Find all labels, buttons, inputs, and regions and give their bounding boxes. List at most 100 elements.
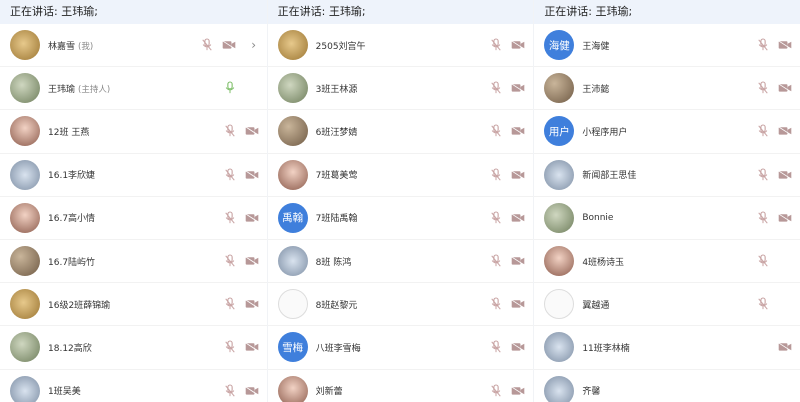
participant-row[interactable]: 18.12高欣 <box>0 326 267 370</box>
camera-off-icon[interactable] <box>511 213 525 223</box>
participant-row[interactable]: 翼越通 <box>534 283 800 327</box>
participant-row[interactable]: 王沛懿 <box>534 67 800 111</box>
participant-name-wrapper: 11班李林楠 <box>582 341 751 354</box>
participant-row[interactable]: 禹翰 7班陆禹翰 <box>267 197 534 240</box>
participant-row[interactable]: 海健 王海健 <box>534 24 800 68</box>
mic-muted-icon[interactable] <box>757 38 769 52</box>
camera-off-icon[interactable] <box>511 386 525 396</box>
participant-row[interactable]: 3班王林源 <box>267 67 534 111</box>
mic-muted-icon[interactable] <box>224 254 236 268</box>
participant-row[interactable]: 16.7陆屿竹 <box>0 240 267 284</box>
camera-off-icon[interactable] <box>511 299 525 309</box>
camera-off-icon[interactable] <box>245 126 259 136</box>
avatar: 用户 <box>544 116 575 147</box>
mic-muted-icon[interactable] <box>490 384 502 398</box>
speaking-indicator: 正在讲话: 王玮瑜; <box>534 0 800 24</box>
mic-muted-icon[interactable] <box>490 340 502 354</box>
mic-muted-icon[interactable] <box>490 211 502 225</box>
camera-off-icon[interactable] <box>245 299 259 309</box>
camera-off-icon[interactable] <box>778 342 792 352</box>
mic-muted-icon[interactable] <box>490 168 502 182</box>
mic-icon[interactable] <box>224 81 236 95</box>
participant-row[interactable]: 刘新蕾 <box>268 370 534 402</box>
participant-name: 7班陆禹翰 <box>315 214 358 225</box>
avatar <box>277 116 308 147</box>
mic-muted-icon[interactable] <box>757 211 769 225</box>
mic-muted-icon[interactable] <box>201 38 213 52</box>
participant-name-wrapper: 16.1李欣婕 <box>48 168 218 181</box>
media-status-icons <box>224 384 259 398</box>
participant-row[interactable]: 齐馨 <box>534 370 800 402</box>
participant-row[interactable]: Bonnie <box>534 197 800 240</box>
camera-off-icon[interactable] <box>778 213 792 223</box>
mic-muted-icon[interactable] <box>224 168 236 182</box>
avatar <box>277 30 308 61</box>
mic-muted-icon[interactable] <box>490 124 502 138</box>
camera-off-icon[interactable] <box>245 213 259 223</box>
camera-off-icon[interactable] <box>511 126 525 136</box>
camera-off-icon[interactable] <box>778 83 792 93</box>
camera-off-icon[interactable] <box>222 40 236 50</box>
mic-muted-icon[interactable] <box>757 168 769 182</box>
camera-off-icon[interactable] <box>778 40 792 50</box>
avatar <box>544 332 575 363</box>
avatar <box>277 375 308 402</box>
participant-name: 4班杨诗玉 <box>582 257 625 268</box>
participant-name: 新闻部王思佳 <box>582 171 637 182</box>
camera-off-icon[interactable] <box>511 40 525 50</box>
participant-row[interactable]: 王玮瑜 (主持人) <box>0 67 267 111</box>
participant-name-wrapper: 16.7高小情 <box>48 211 218 224</box>
mic-muted-icon[interactable] <box>224 384 236 398</box>
mic-muted-icon[interactable] <box>757 297 769 311</box>
participant-row[interactable]: 1班吴美 <box>0 370 267 402</box>
participant-row[interactable]: 16级2班薛锦瑜 <box>0 283 267 327</box>
camera-off-icon[interactable] <box>245 256 259 266</box>
camera-off-icon[interactable] <box>778 126 792 136</box>
participant-name-wrapper: 1班吴美 <box>48 384 218 397</box>
mic-muted-icon[interactable] <box>490 81 502 95</box>
mic-muted-icon[interactable] <box>490 297 502 311</box>
participant-name: 3班王林源 <box>315 84 358 95</box>
camera-off-icon[interactable] <box>778 170 792 180</box>
avatar <box>10 202 40 233</box>
camera-off-icon[interactable] <box>245 342 259 352</box>
camera-off-icon[interactable] <box>511 342 525 352</box>
camera-off-icon[interactable] <box>245 386 259 396</box>
participant-row[interactable]: 16.7高小情 <box>0 197 267 240</box>
participant-row[interactable]: 6班汪梦婧 <box>267 110 534 154</box>
participant-row[interactable]: 8班 陈鸿 <box>267 240 534 284</box>
mic-muted-icon[interactable] <box>757 254 769 268</box>
participant-row[interactable]: 2505刘宫午 <box>267 24 534 68</box>
mic-muted-icon[interactable] <box>757 81 769 95</box>
participant-name-wrapper: 王沛懿 <box>582 82 751 95</box>
participant-row[interactable]: 16.1李欣婕 <box>0 154 267 197</box>
mic-muted-icon[interactable] <box>224 340 236 354</box>
camera-off-icon[interactable] <box>511 256 525 266</box>
participant-row[interactable]: 4班杨诗玉 <box>534 240 800 284</box>
mic-muted-icon[interactable] <box>490 254 502 268</box>
participant-row[interactable]: 新闻部王思佳 <box>534 154 800 197</box>
participant-row[interactable]: 用户 小程序用户 <box>534 110 800 154</box>
avatar <box>277 289 308 320</box>
avatar <box>10 73 40 104</box>
mic-muted-icon[interactable] <box>224 297 236 311</box>
participant-name-wrapper: 16级2班薛锦瑜 <box>48 298 218 311</box>
mic-muted-icon[interactable] <box>224 124 236 138</box>
chevron-right-icon[interactable]: › <box>249 38 259 52</box>
camera-off-icon[interactable] <box>511 83 525 93</box>
participant-name: 2505刘宫午 <box>315 41 366 52</box>
participant-row[interactable]: 7班葛美莺 <box>267 154 534 197</box>
mic-muted-icon[interactable] <box>757 124 769 138</box>
participant-row[interactable]: 12班 王燕 <box>0 110 267 154</box>
participant-name-wrapper: 8班赵黎元 <box>316 298 485 311</box>
camera-off-icon[interactable] <box>245 170 259 180</box>
participant-row[interactable]: 雪梅 八班李雪梅 <box>267 326 534 370</box>
camera-off-icon[interactable] <box>511 170 525 180</box>
participant-row[interactable]: 林嘉雪 (我) › <box>0 24 267 68</box>
participant-name: 王海健 <box>582 41 610 52</box>
media-status-icons <box>224 168 259 182</box>
participant-row[interactable]: 11班李林楠 <box>534 326 800 370</box>
mic-muted-icon[interactable] <box>490 38 502 52</box>
mic-muted-icon[interactable] <box>224 211 236 225</box>
participant-row[interactable]: 8班赵黎元 <box>267 283 534 327</box>
